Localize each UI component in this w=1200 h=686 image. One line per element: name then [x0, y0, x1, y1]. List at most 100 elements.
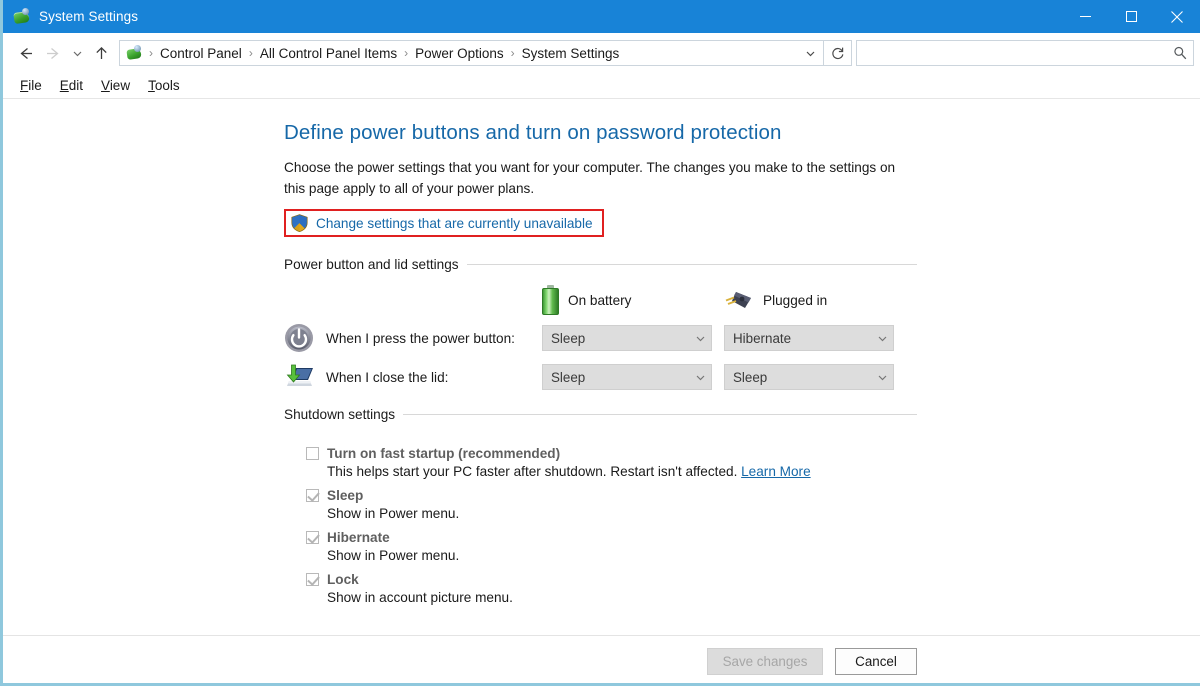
up-arrow-icon[interactable]: [87, 39, 115, 67]
change-settings-unavailable-link[interactable]: Change settings that are currently unava…: [316, 216, 593, 231]
close-lid-row-label: When I close the lid:: [326, 370, 542, 385]
page-description: Choose the power settings that you want …: [284, 157, 908, 199]
page-title: Define power buttons and turn on passwor…: [284, 121, 1200, 145]
close-lid-plugged-in-dropdown[interactable]: Sleep: [724, 364, 894, 390]
shutdown-section-header: Shutdown settings: [284, 407, 917, 422]
change-settings-highlight-box: Change settings that are currently unava…: [284, 209, 604, 237]
laptop-lid-icon: [284, 363, 316, 391]
menu-tools-rest: ools: [155, 78, 180, 93]
menu-file[interactable]: File: [11, 75, 51, 96]
close-lid-on-battery-dropdown[interactable]: Sleep: [542, 364, 712, 390]
menu-tools[interactable]: Tools: [139, 75, 189, 96]
cancel-button[interactable]: Cancel: [835, 648, 917, 675]
lock-description: Show in account picture menu.: [306, 590, 917, 605]
menu-file-accesskey: F: [20, 78, 28, 93]
window-controls: [1062, 0, 1200, 33]
fast-startup-row[interactable]: Turn on fast startup (recommended): [306, 446, 917, 461]
power-plug-icon: [724, 289, 754, 311]
power-button-row-label: When I press the power button:: [326, 331, 542, 346]
save-changes-button[interactable]: Save changes: [707, 648, 823, 675]
menu-tools-accesskey: T: [148, 78, 155, 93]
search-box[interactable]: [856, 40, 1194, 66]
learn-more-link[interactable]: Learn More: [741, 464, 811, 479]
power-section-rule: [467, 264, 917, 265]
power-button-icon: [284, 323, 314, 353]
fast-startup-description-text: This helps start your PC faster after sh…: [327, 464, 737, 479]
sleep-row[interactable]: Sleep: [306, 488, 917, 503]
menu-view-accesskey: V: [101, 78, 110, 93]
maximize-button[interactable]: [1108, 0, 1154, 33]
chevron-down-icon: [871, 333, 893, 344]
close-lid-plugged-in-value: Sleep: [725, 370, 871, 385]
fast-startup-description: This helps start your PC faster after sh…: [306, 464, 917, 479]
lock-label: Lock: [327, 572, 359, 587]
shutdown-section-heading: Shutdown settings: [284, 407, 395, 422]
title-bar: System Settings: [3, 0, 1200, 33]
breadcrumb-power-plug-icon: [126, 45, 142, 61]
breadcrumb-item-system-settings[interactable]: System Settings: [517, 44, 625, 63]
search-icon: [1167, 41, 1193, 65]
power-button-row: When I press the power button: Sleep Hib…: [284, 323, 917, 353]
menu-view[interactable]: View: [92, 75, 139, 96]
sleep-checkbox[interactable]: [306, 489, 319, 502]
breadcrumb-separator: ›: [247, 46, 255, 60]
menu-file-rest: ile: [28, 78, 42, 93]
hibernate-checkbox[interactable]: [306, 531, 319, 544]
column-plugged-in-label: Plugged in: [763, 293, 827, 308]
dialog-footer: Save changes Cancel: [3, 635, 1200, 686]
lock-checkbox[interactable]: [306, 573, 319, 586]
window-title: System Settings: [39, 9, 138, 24]
power-button-lid-settings-section: Power button and lid settings On battery: [284, 257, 917, 391]
address-chevron-down-icon[interactable]: [797, 41, 823, 65]
hibernate-label: Hibernate: [327, 530, 390, 545]
back-arrow-icon[interactable]: [11, 39, 39, 67]
power-column-headers: On battery Plugged in: [284, 285, 917, 315]
close-lid-row: When I close the lid: Sleep Sleep: [284, 363, 917, 391]
power-button-on-battery-value: Sleep: [543, 331, 689, 346]
breadcrumb-separator: ›: [402, 46, 410, 60]
lock-row[interactable]: Lock: [306, 572, 917, 587]
breadcrumb-item-all-control-panel-items[interactable]: All Control Panel Items: [255, 44, 402, 63]
power-button-plugged-in-value: Hibernate: [725, 331, 871, 346]
recent-locations-chevron-down-icon[interactable]: [67, 39, 87, 67]
chevron-down-icon: [689, 333, 711, 344]
sleep-label: Sleep: [327, 488, 363, 503]
hibernate-row[interactable]: Hibernate: [306, 530, 917, 545]
sleep-description: Show in Power menu.: [306, 506, 917, 521]
uac-shield-icon: [291, 214, 308, 232]
power-section-heading: Power button and lid settings: [284, 257, 459, 272]
column-on-battery-label: On battery: [568, 293, 631, 308]
close-lid-on-battery-value: Sleep: [543, 370, 689, 385]
menu-view-rest: iew: [110, 78, 130, 93]
hibernate-description: Show in Power menu.: [306, 548, 917, 563]
shutdown-settings-section: Shutdown settings Turn on fast startup (…: [284, 407, 917, 605]
shutdown-options-list: Turn on fast startup (recommended) This …: [284, 435, 917, 605]
breadcrumb-item-power-options[interactable]: Power Options: [410, 44, 509, 63]
shutdown-section-rule: [403, 414, 917, 415]
breadcrumb[interactable]: › Control Panel › All Control Panel Item…: [119, 40, 824, 66]
chevron-down-icon: [871, 372, 893, 383]
fast-startup-label: Turn on fast startup (recommended): [327, 446, 560, 461]
forward-arrow-icon[interactable]: [39, 39, 67, 67]
breadcrumb-separator: ›: [147, 46, 155, 60]
power-plug-green-icon: [13, 8, 30, 25]
menu-bar: File Edit View Tools: [3, 73, 1200, 98]
chevron-down-icon: [689, 372, 711, 383]
column-plugged-in: Plugged in: [724, 289, 906, 311]
power-button-plugged-in-dropdown[interactable]: Hibernate: [724, 325, 894, 351]
power-button-on-battery-dropdown[interactable]: Sleep: [542, 325, 712, 351]
close-button[interactable]: [1154, 0, 1200, 33]
navigation-bar: › Control Panel › All Control Panel Item…: [3, 33, 1200, 73]
fast-startup-checkbox[interactable]: [306, 447, 319, 460]
minimize-button[interactable]: [1062, 0, 1108, 33]
content-pane: Define power buttons and turn on passwor…: [3, 98, 1200, 635]
menu-edit-rest: dit: [69, 78, 83, 93]
power-section-header: Power button and lid settings: [284, 257, 917, 272]
breadcrumb-separator: ›: [509, 46, 517, 60]
battery-icon: [542, 285, 559, 315]
menu-edit[interactable]: Edit: [51, 75, 92, 96]
column-on-battery: On battery: [542, 285, 724, 315]
breadcrumb-item-control-panel[interactable]: Control Panel: [155, 44, 247, 63]
refresh-icon[interactable]: [824, 40, 852, 66]
search-input[interactable]: [857, 41, 1167, 65]
